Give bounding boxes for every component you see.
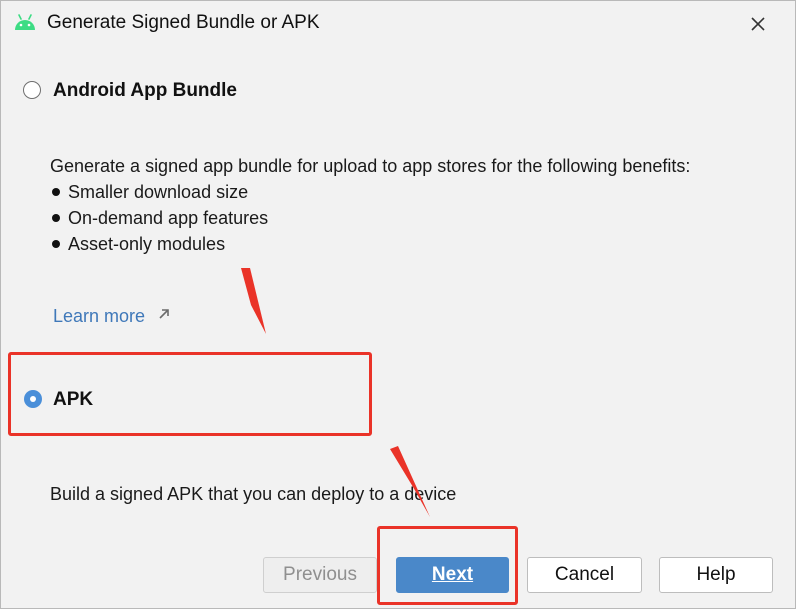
apk-radio[interactable] [24,390,42,408]
title-bar: Generate Signed Bundle or APK [1,1,795,45]
bundle-option-label[interactable]: Android App Bundle [53,80,237,102]
next-button[interactable]: Next [396,557,509,593]
external-link-arrow-icon[interactable] [158,308,170,320]
help-button[interactable]: Help [659,557,773,593]
close-icon[interactable] [745,11,771,37]
window-title: Generate Signed Bundle or APK [47,12,320,33]
learn-more-link[interactable]: Learn more [53,306,145,327]
bullet-icon [52,214,60,222]
cancel-button[interactable]: Cancel [527,557,642,593]
bullet-icon [52,188,60,196]
bundle-radio[interactable] [23,81,41,99]
android-icon [15,14,35,30]
bullet-icon [52,240,60,248]
benefit-item: On-demand app features [68,208,269,228]
bundle-description: Generate a signed app bundle for upload … [50,156,691,176]
previous-button[interactable]: Previous [263,557,377,593]
benefit-item: Asset-only modules [68,234,226,254]
apk-description: Build a signed APK that you can deploy t… [50,484,457,504]
benefit-item: Smaller download size [68,182,249,202]
signed-bundle-dialog: Generate Signed Bundle or APK Android Ap… [0,0,796,609]
apk-option-label[interactable]: APK [53,389,93,411]
